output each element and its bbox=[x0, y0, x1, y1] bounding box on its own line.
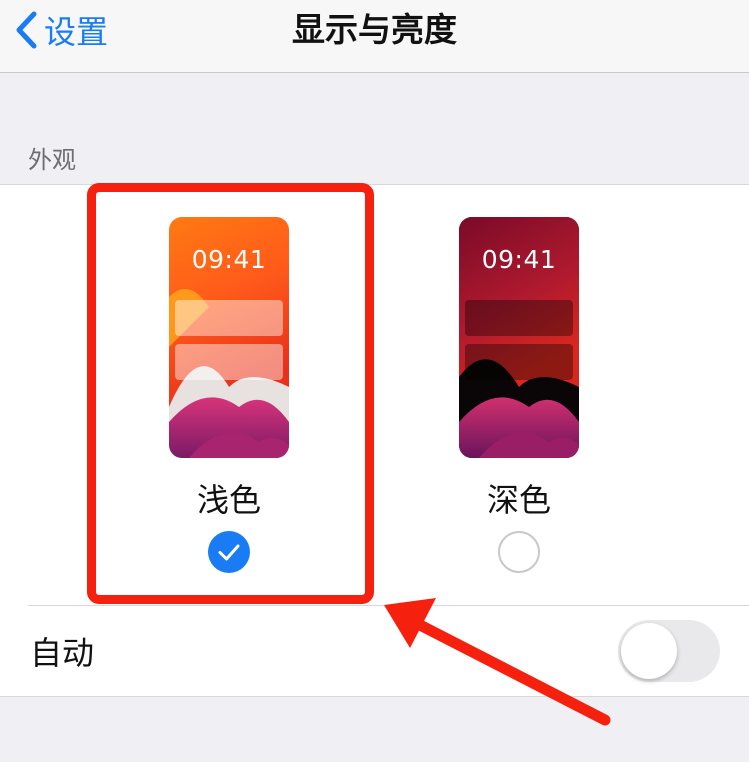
option-label-dark: 深色 bbox=[486, 481, 551, 519]
toggle-knob bbox=[621, 623, 677, 679]
appearance-option-light[interactable]: 09:41 浅色 bbox=[109, 185, 349, 605]
appearance-group: 09:41 浅色 09:41 深色 自动 bbox=[0, 184, 749, 697]
auto-row: 自动 bbox=[0, 606, 749, 696]
preview-time: 09:41 bbox=[191, 245, 267, 274]
appearance-option-dark[interactable]: 09:41 深色 bbox=[399, 185, 639, 605]
preview-time: 09:41 bbox=[481, 245, 557, 274]
navigation-bar: 设置 显示与亮度 bbox=[0, 0, 749, 73]
section-header-appearance: 外观 bbox=[28, 146, 76, 174]
light-mode-preview[interactable]: 09:41 bbox=[169, 217, 289, 458]
auto-toggle[interactable] bbox=[618, 620, 720, 682]
page-title: 显示与亮度 bbox=[292, 10, 457, 49]
dark-mode-preview[interactable]: 09:41 bbox=[459, 217, 579, 458]
auto-label: 自动 bbox=[30, 634, 95, 672]
dark-radio-unselected[interactable] bbox=[498, 531, 540, 573]
option-label-light: 浅色 bbox=[196, 481, 261, 519]
light-radio-selected[interactable] bbox=[208, 531, 250, 573]
